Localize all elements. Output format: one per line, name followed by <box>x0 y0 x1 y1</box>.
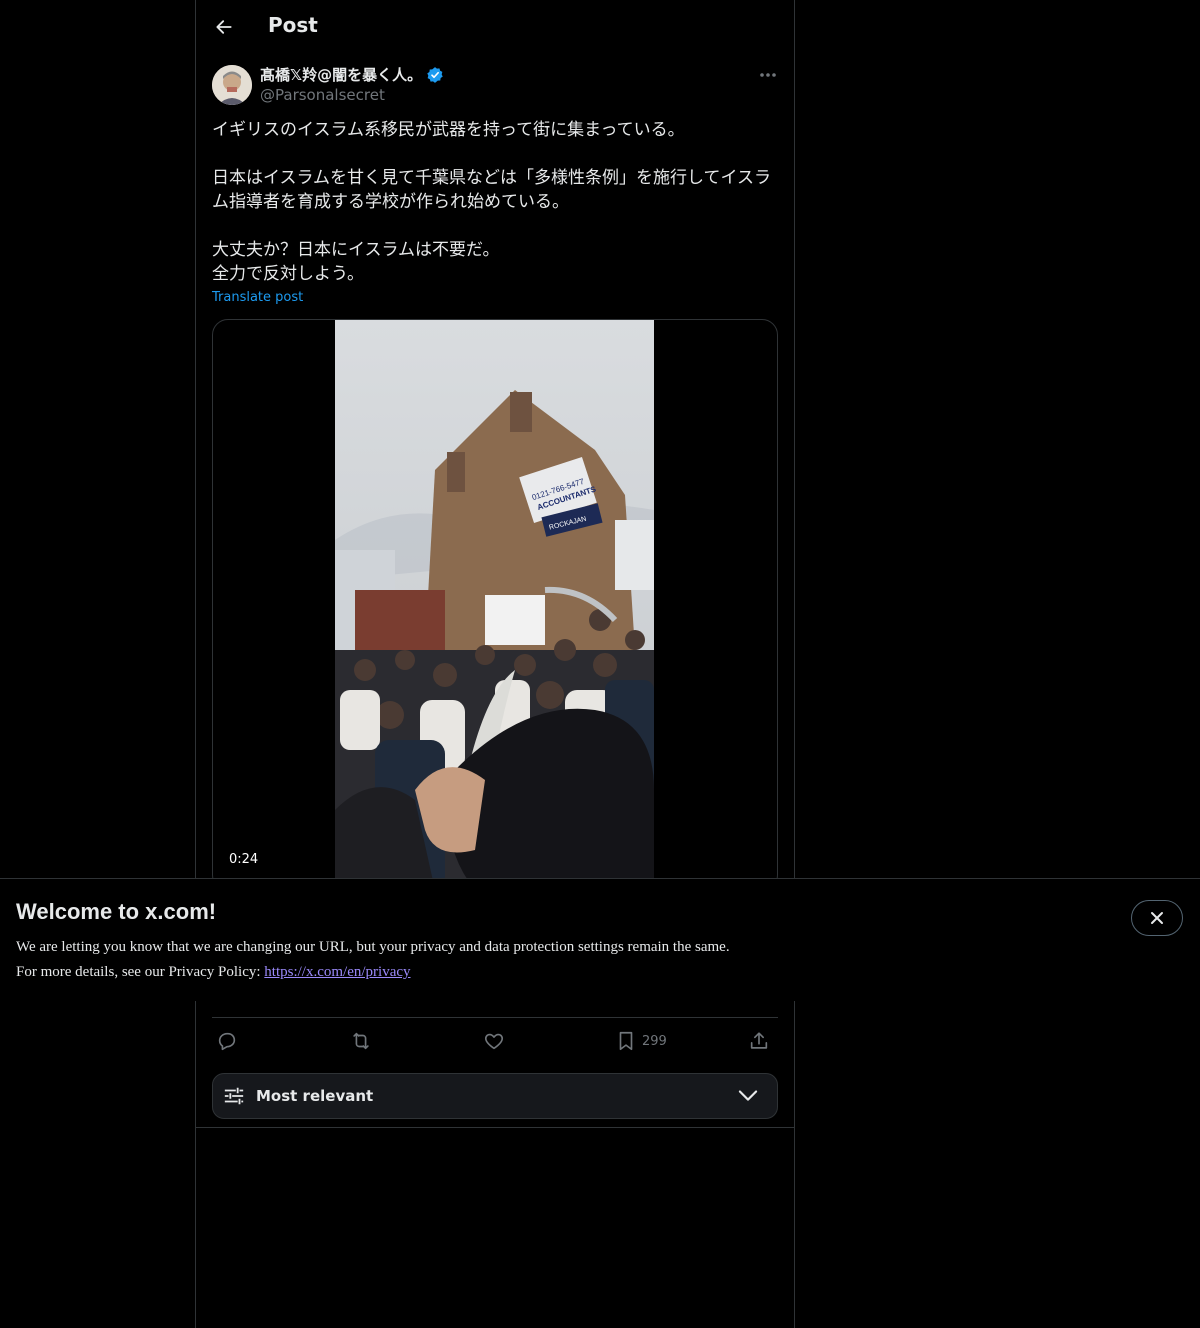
verified-badge-icon <box>427 66 443 83</box>
reply-sort-dropdown[interactable]: Most relevant <box>212 1073 778 1119</box>
banner-body: We are letting you know that we are chan… <box>16 935 730 985</box>
close-icon <box>1151 912 1163 924</box>
video-player[interactable]: 0121-766-5477 ACCOUNTANTS ROCKAJAN 0:24 <box>212 319 778 891</box>
author-handle[interactable]: @Parsonalsecret <box>260 86 385 104</box>
sort-label: Most relevant <box>256 1087 374 1105</box>
post-text: イギリスのイスラム系移民が武器を持って街に集まっている。 日本はイスラムを甘く見… <box>212 120 771 284</box>
video-duration: 0:24 <box>223 850 265 869</box>
avatar[interactable] <box>212 65 252 105</box>
author-name[interactable]: 髙橋𝕏羚@闇を暴く人。 <box>260 64 422 85</box>
privacy-policy-link[interactable]: https://x.com/en/privacy <box>264 964 410 980</box>
page-title: Post <box>268 13 318 37</box>
action-bar: 299 <box>212 1017 778 1066</box>
page-header: Post <box>196 0 794 54</box>
back-arrow-icon <box>216 20 232 34</box>
like-icon <box>484 1033 504 1050</box>
banner-line-2: For more details, see our Privacy Policy… <box>16 960 730 985</box>
repost-button[interactable] <box>349 1030 373 1052</box>
chevron-down-icon <box>738 1090 758 1101</box>
author-name-row: 髙橋𝕏羚@闇を暴く人。 <box>260 64 444 85</box>
share-button[interactable] <box>748 1030 770 1052</box>
welcome-banner: Welcome to x.com! We are letting you kno… <box>0 878 1200 1001</box>
bookmark-count: 299 <box>642 1033 667 1049</box>
bookmark-button[interactable]: 299 <box>616 1030 667 1052</box>
banner-line-2-prefix: For more details, see our Privacy Policy… <box>16 964 265 980</box>
repost-icon <box>353 1032 369 1050</box>
like-button[interactable] <box>483 1030 505 1052</box>
reply-button[interactable] <box>216 1030 238 1052</box>
banner-title: Welcome to x.com! <box>16 899 217 924</box>
banner-line-1: We are letting you know that we are chan… <box>16 939 730 955</box>
more-options-button[interactable] <box>756 64 780 86</box>
reply-icon <box>218 1032 236 1051</box>
back-button[interactable] <box>210 13 238 41</box>
translate-post-link[interactable]: Translate post <box>212 290 303 305</box>
bookmark-icon <box>619 1031 633 1051</box>
share-icon <box>750 1032 768 1049</box>
main-column: Post 髙橋𝕏羚@闇を暴く人。 @Parsonalsecret イギリスのイス… <box>195 0 795 1328</box>
more-icon <box>760 73 776 77</box>
close-banner-button[interactable] <box>1131 900 1183 936</box>
sliders-icon <box>224 1087 244 1105</box>
video-thumbnail[interactable]: 0121-766-5477 ACCOUNTANTS ROCKAJAN <box>335 320 654 890</box>
divider <box>196 1127 794 1128</box>
